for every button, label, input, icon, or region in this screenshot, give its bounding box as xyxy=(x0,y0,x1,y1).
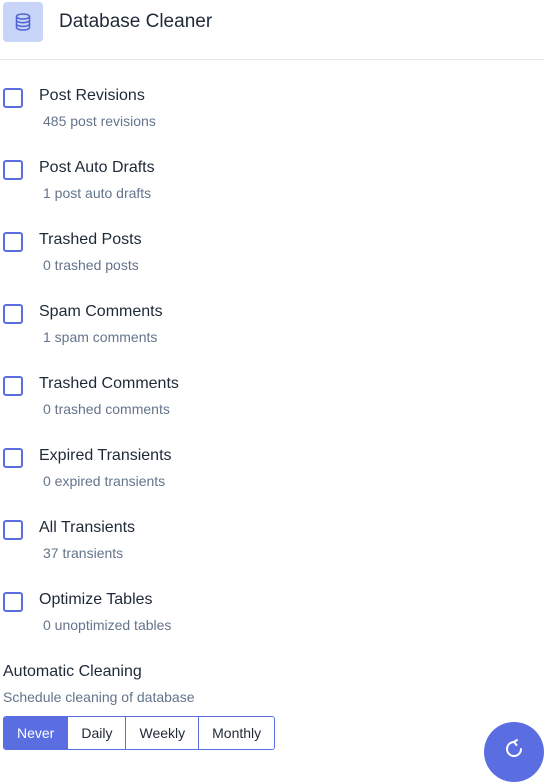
list-item-trashed-comments[interactable]: Trashed Comments 0 trashed comments xyxy=(0,375,540,432)
item-count: 0 trashed posts xyxy=(43,257,139,273)
database-icon xyxy=(3,2,43,42)
item-label: Expired Transients xyxy=(39,447,172,464)
item-count: 0 expired transients xyxy=(43,473,166,489)
list-item-post-revisions[interactable]: Post Revisions 485 post revisions xyxy=(0,87,540,144)
item-label: Trashed Posts xyxy=(39,231,142,248)
item-count: 0 trashed comments xyxy=(43,401,170,417)
item-label: All Transients xyxy=(39,519,136,536)
item-count: 37 transients xyxy=(43,545,124,561)
list-item-trashed-posts[interactable]: Trashed Posts 0 trashed posts xyxy=(0,231,540,288)
list-item-expired-transients[interactable]: Expired Transients 0 expired transients xyxy=(0,447,540,504)
checkbox-post-auto-drafts[interactable] xyxy=(3,160,23,180)
list-item-spam-comments[interactable]: Spam Comments 1 spam comments xyxy=(0,303,540,360)
list-item-optimize-tables[interactable]: Optimize Tables 0 unoptimized tables xyxy=(0,591,540,648)
list-item-post-auto-drafts[interactable]: Post Auto Drafts 1 post auto drafts xyxy=(0,159,540,216)
item-count: 485 post revisions xyxy=(43,113,156,129)
checkbox-post-revisions[interactable] xyxy=(3,88,23,108)
item-label: Post Revisions xyxy=(39,87,145,104)
checkbox-optimize-tables[interactable] xyxy=(3,592,23,612)
checkbox-trashed-comments[interactable] xyxy=(3,376,23,396)
automatic-cleaning-subtitle: Schedule cleaning of database xyxy=(3,689,195,705)
item-label: Trashed Comments xyxy=(39,375,179,392)
item-label: Spam Comments xyxy=(39,303,163,320)
automatic-cleaning-title: Automatic Cleaning xyxy=(3,663,142,680)
refresh-button[interactable] xyxy=(484,722,544,782)
checkbox-all-transients[interactable] xyxy=(3,520,23,540)
header: Database Cleaner xyxy=(0,0,544,60)
schedule-segmented-control: Never Daily Weekly Monthly xyxy=(3,716,276,750)
list-item-all-transients[interactable]: All Transients 37 transients xyxy=(0,519,540,576)
checkbox-spam-comments[interactable] xyxy=(3,304,23,324)
checkbox-expired-transients[interactable] xyxy=(3,448,23,468)
schedule-option-monthly[interactable]: Monthly xyxy=(198,717,275,749)
checkbox-trashed-posts[interactable] xyxy=(3,232,23,252)
item-count: 1 spam comments xyxy=(43,329,158,345)
schedule-option-weekly[interactable]: Weekly xyxy=(125,717,199,749)
schedule-option-daily[interactable]: Daily xyxy=(67,717,126,749)
refresh-icon xyxy=(506,739,522,757)
schedule-option-never[interactable]: Never xyxy=(4,717,68,749)
item-label: Post Auto Drafts xyxy=(39,159,155,176)
item-label: Optimize Tables xyxy=(39,591,153,608)
item-count: 0 unoptimized tables xyxy=(43,617,172,633)
page-title: Database Cleaner xyxy=(59,11,213,32)
item-count: 1 post auto drafts xyxy=(43,185,152,201)
